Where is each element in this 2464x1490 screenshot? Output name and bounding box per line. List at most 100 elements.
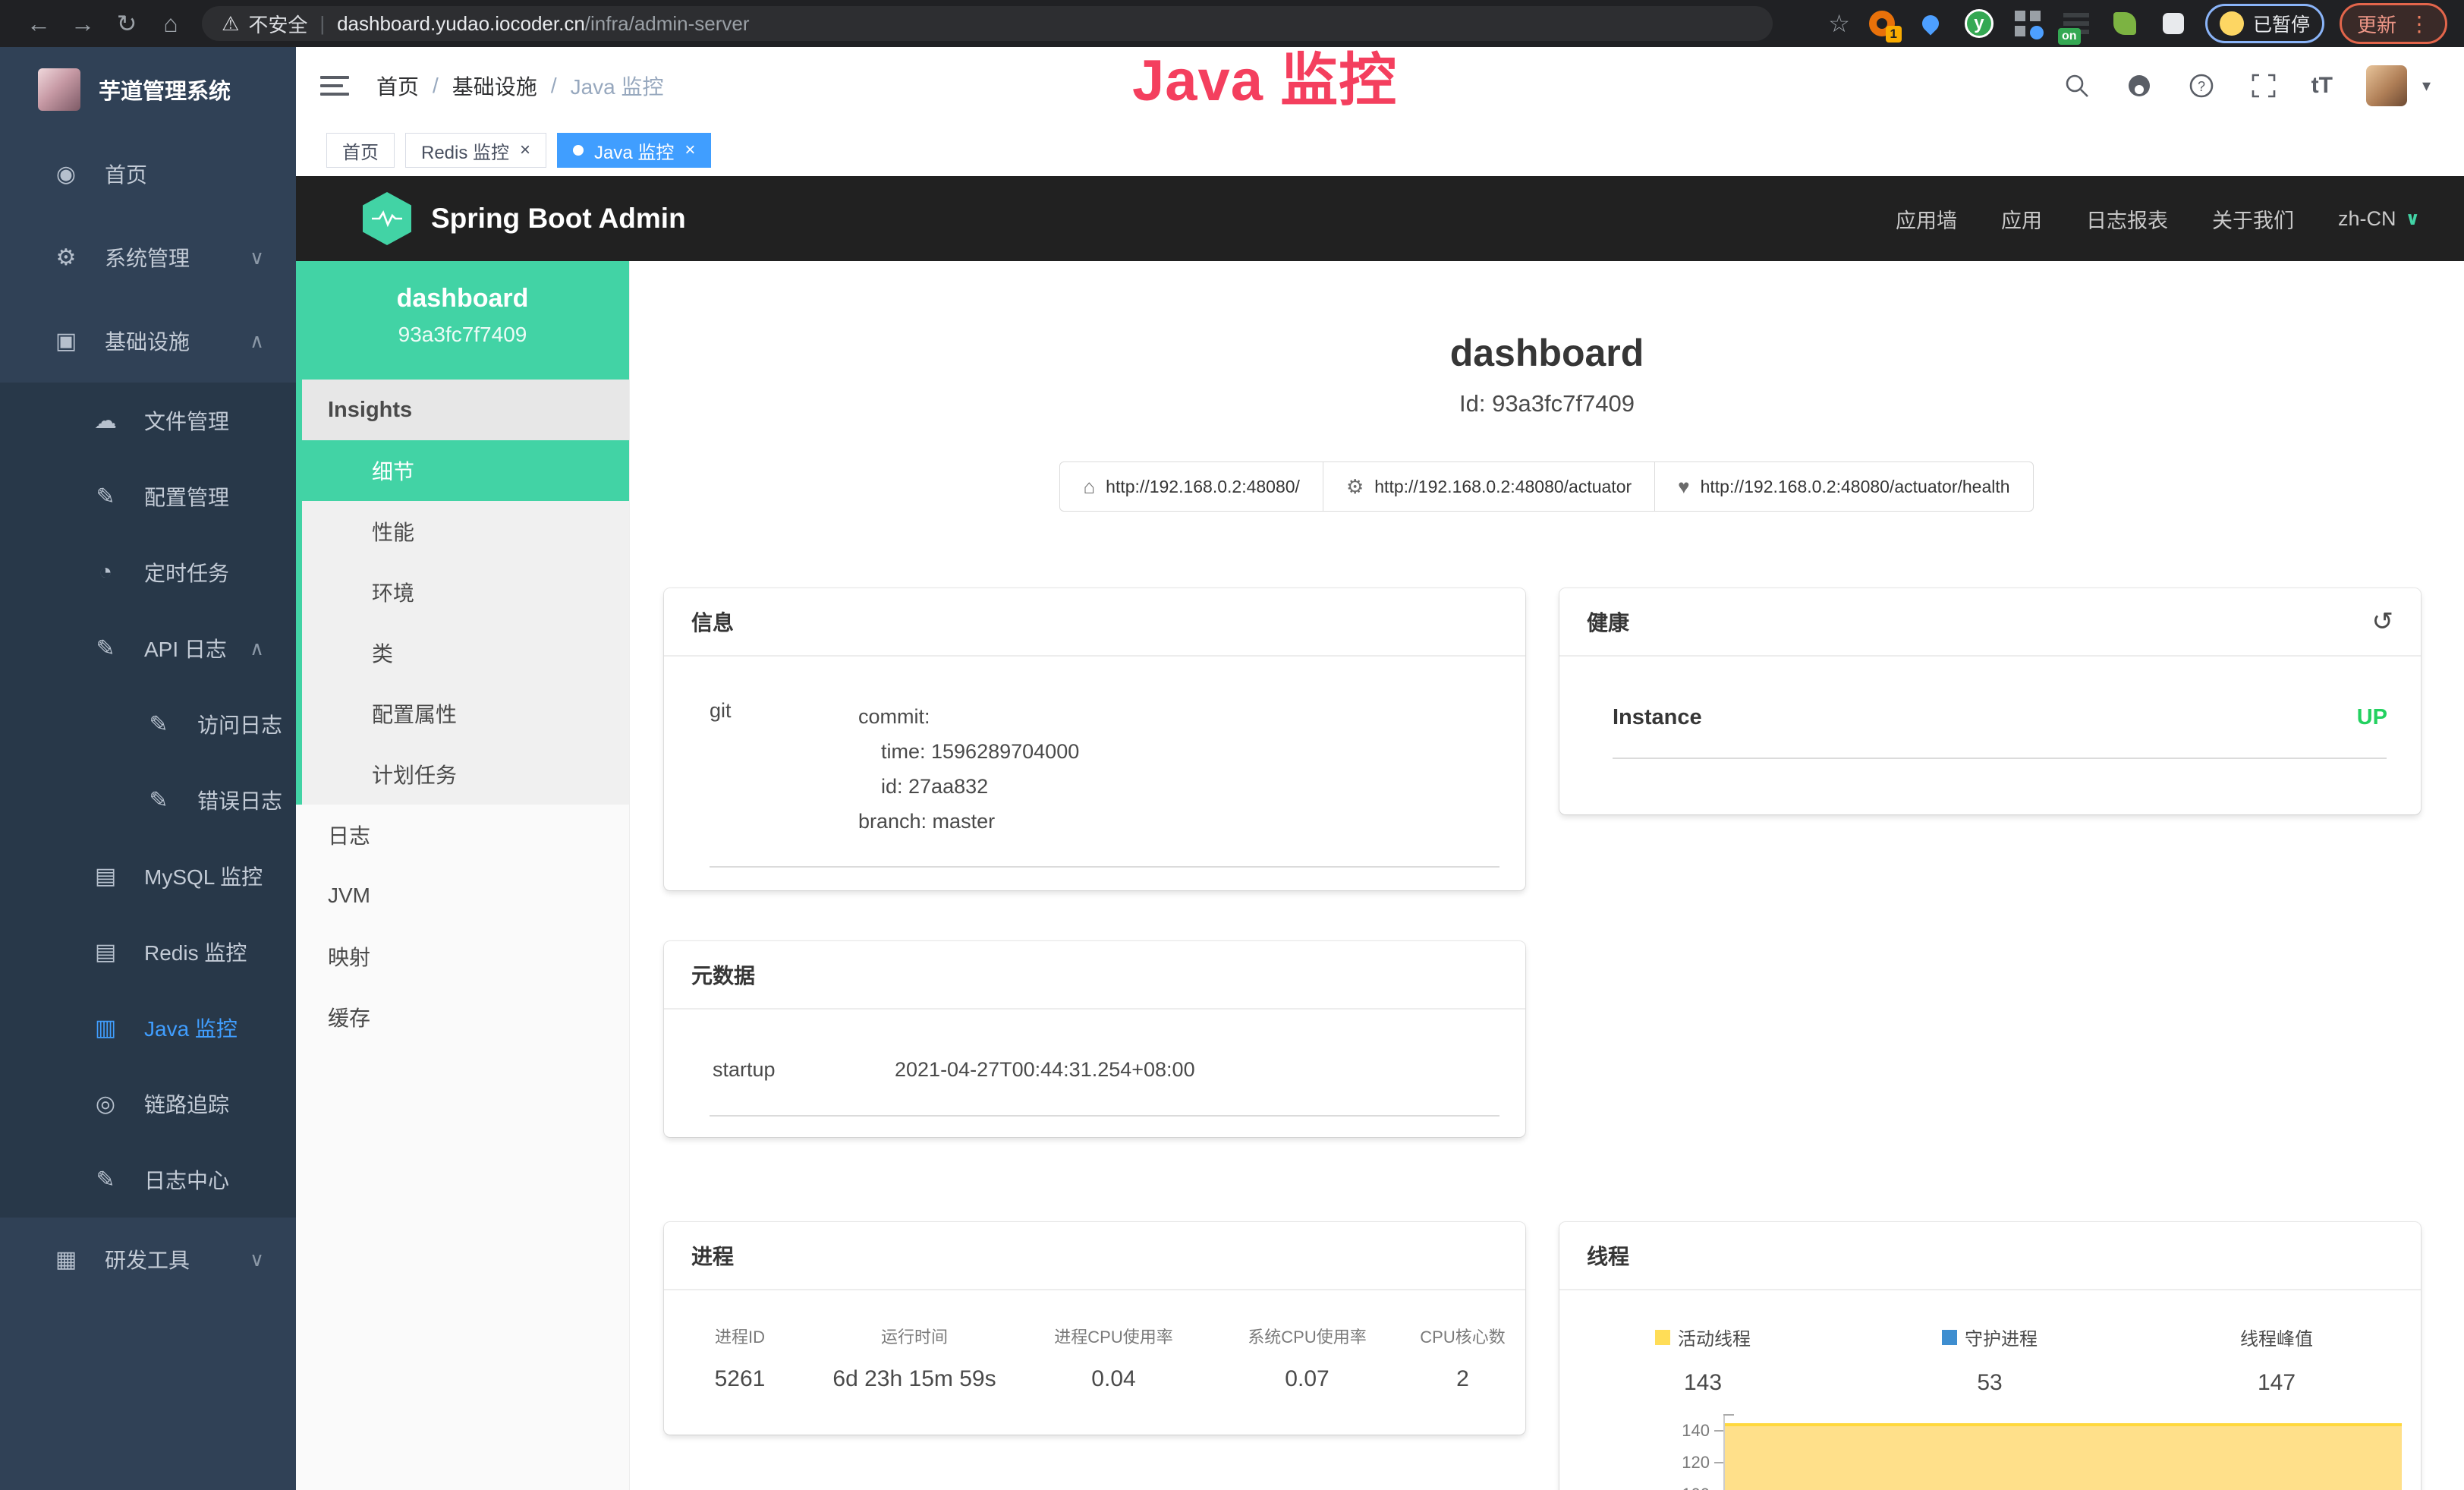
sidebar-item-access-log[interactable]: ✎ 访问日志 [0,686,296,762]
security-label[interactable]: 不安全 [248,10,307,38]
tab-java-monitor[interactable]: Java 监控 × [557,133,711,168]
sba-nav-journal[interactable]: 日志报表 [2086,204,2168,234]
process-card-header: 进程 [664,1222,1525,1290]
sba-item-metrics[interactable]: 性能 [302,501,629,562]
extension-on-badge: on [2058,28,2081,45]
edit-icon: ✎ [143,787,175,814]
health-row[interactable]: Instance UP [1559,657,2421,730]
home-icon: ⌂ [1083,475,1095,499]
browser-home-icon[interactable]: ⌂ [149,10,193,38]
row-divider [1613,758,2387,759]
browser-update-button[interactable]: 更新 ⋮ [2340,3,2447,44]
extension-colorzilla-icon[interactable]: 1 [1865,7,1899,40]
y-tick-label: 120 [1649,1453,1710,1473]
close-icon[interactable]: × [520,140,530,161]
legend-label: 活动线程 [1678,1324,1751,1350]
threads-card-header: 线程 [1559,1222,2421,1290]
sidebar-item-redis-monitor[interactable]: ▤ Redis 监控 [0,914,296,990]
tab-home[interactable]: 首页 [326,133,395,168]
tab-redis-monitor[interactable]: Redis 监控 × [405,133,546,168]
sidebar-item-file-management[interactable]: ☁ 文件管理 [0,383,296,458]
sidebar-item-system-management[interactable]: ⚙ 系统管理 ∨ [0,216,296,299]
service-url-button[interactable]: ⌂ http://192.168.0.2:48080/ [1059,461,1323,512]
browser-reload-icon[interactable]: ↻ [105,9,149,38]
language-value: zh-CN [2338,207,2396,231]
history-icon[interactable]: ↺ [2372,606,2394,637]
sba-item-logs[interactable]: 日志 [296,805,629,865]
avatar-caret-icon[interactable]: ▾ [2422,76,2431,96]
legend-daemon-threads: 守护进程 53 [1846,1324,2133,1396]
address-bar[interactable]: ⚠ 不安全 | dashboard.yudao.iocoder.cn/infra… [202,6,1773,41]
sidebar-item-log-center[interactable]: ✎ 日志中心 [0,1142,296,1218]
sidebar-item-tracing[interactable]: ◎ 链路追踪 [0,1066,296,1142]
omnibox-separator: | [319,12,325,36]
breadcrumb-current: Java 监控 [571,71,664,101]
sba-item-environment[interactable]: 环境 [302,562,629,622]
process-stat-system-cpu: 系统CPU使用率 0.07 [1214,1324,1400,1392]
sidebar-item-home[interactable]: ◉ 首页 [0,132,296,216]
breadcrumb: 首页 / 基础设施 / Java 监控 [376,71,664,101]
font-size-icon[interactable]: tT [2311,73,2333,99]
chart-y-axis-cap [1723,1414,1734,1416]
sba-item-details[interactable]: 细节 [302,440,629,501]
extension-y-icon[interactable]: y [1962,7,1996,40]
stat-label: 系统CPU使用率 [1214,1324,1400,1348]
breadcrumb-home[interactable]: 首页 [376,71,419,101]
user-avatar[interactable] [2366,65,2407,106]
stat-value: 6d 23h 15m 59s [816,1366,1013,1392]
process-stat-cpus: CPU核心数 2 [1400,1324,1525,1392]
stat-value: 5261 [664,1366,816,1392]
legend-blue-swatch-icon [1942,1330,1957,1345]
actuator-url-button[interactable]: ⚙ http://192.168.0.2:48080/actuator [1323,461,1655,512]
browser-forward-icon[interactable]: → [61,10,105,38]
health-url-button[interactable]: ♥ http://192.168.0.2:48080/actuator/heal… [1654,461,2033,512]
actuator-url: http://192.168.0.2:48080/actuator [1374,477,1632,497]
sidebar-item-infrastructure[interactable]: ▣ 基础设施 ∧ [0,299,296,383]
bookmark-star-icon[interactable]: ☆ [1828,9,1850,38]
sidebar-item-scheduled-tasks[interactable]: ◔ 定时任务 [0,534,296,610]
sidebar-item-dev-tools[interactable]: ▦ 研发工具 ∨ [0,1218,296,1301]
help-icon[interactable]: ? [2187,71,2216,100]
sidebar-item-mysql-monitor[interactable]: ▤ MySQL 监控 [0,838,296,914]
sidebar-item-error-log[interactable]: ✎ 错误日志 [0,762,296,838]
eye-icon: ◎ [90,1091,121,1117]
sba-item-config-props[interactable]: 配置属性 [302,683,629,744]
paused-profile-badge[interactable]: 已暂停 [2205,4,2324,43]
sba-item-mappings[interactable]: 映射 [296,926,629,987]
sidebar-item-config-management[interactable]: ✎ 配置管理 [0,458,296,534]
fullscreen-icon[interactable] [2249,71,2278,100]
sidebar-item-api-log[interactable]: ✎ API 日志 ∧ [0,610,296,686]
sba-nav-wallboard[interactable]: 应用墙 [1896,204,1957,234]
breadcrumb-infrastructure[interactable]: 基础设施 [452,71,537,101]
instance-header: dashboard 93a3fc7f7409 [296,261,629,380]
browser-menu-icon[interactable]: ⋮ [2409,11,2430,36]
sidebar-item-label: 访问日志 [197,709,282,739]
extension-grid-icon[interactable] [2011,7,2044,40]
extension-puzzle-icon[interactable] [2157,7,2190,40]
browser-back-icon[interactable]: ← [17,10,61,38]
github-icon[interactable] [2125,71,2154,100]
url-path: /infra/admin-server [585,12,750,36]
sba-header: Spring Boot Admin 应用墙 应用 日志报表 关于我们 zh-CN… [296,176,2464,261]
metadata-key: startup [691,1058,895,1082]
extension-switch-icon[interactable]: on [2060,7,2093,40]
sba-language-select[interactable]: zh-CN ∨ [2338,207,2420,231]
sba-item-scheduled-tasks[interactable]: 计划任务 [302,744,629,805]
sba-item-caches[interactable]: 缓存 [296,987,629,1047]
search-icon[interactable] [2063,71,2091,100]
close-icon[interactable]: × [684,140,695,161]
sba-nav-about[interactable]: 关于我们 [2212,204,2294,234]
legend-live-threads: 活动线程 143 [1559,1324,1846,1396]
sidebar-item-java-monitor[interactable]: ▥ Java 监控 [0,990,296,1066]
sba-nav-applications[interactable]: 应用 [2001,204,2042,234]
sidebar-item-label: 错误日志 [197,785,282,815]
extension-leaf-icon[interactable] [2108,7,2141,40]
sba-item-jvm[interactable]: JVM [296,865,629,926]
hamburger-icon[interactable] [320,76,349,96]
cloud-upload-icon: ☁ [90,408,121,434]
row-divider [710,866,1499,868]
process-stat-pid: 进程ID 5261 [664,1324,816,1392]
update-label: 更新 [2357,10,2396,38]
sba-item-classes[interactable]: 类 [302,622,629,683]
extension-pin-icon[interactable] [1914,7,1947,40]
